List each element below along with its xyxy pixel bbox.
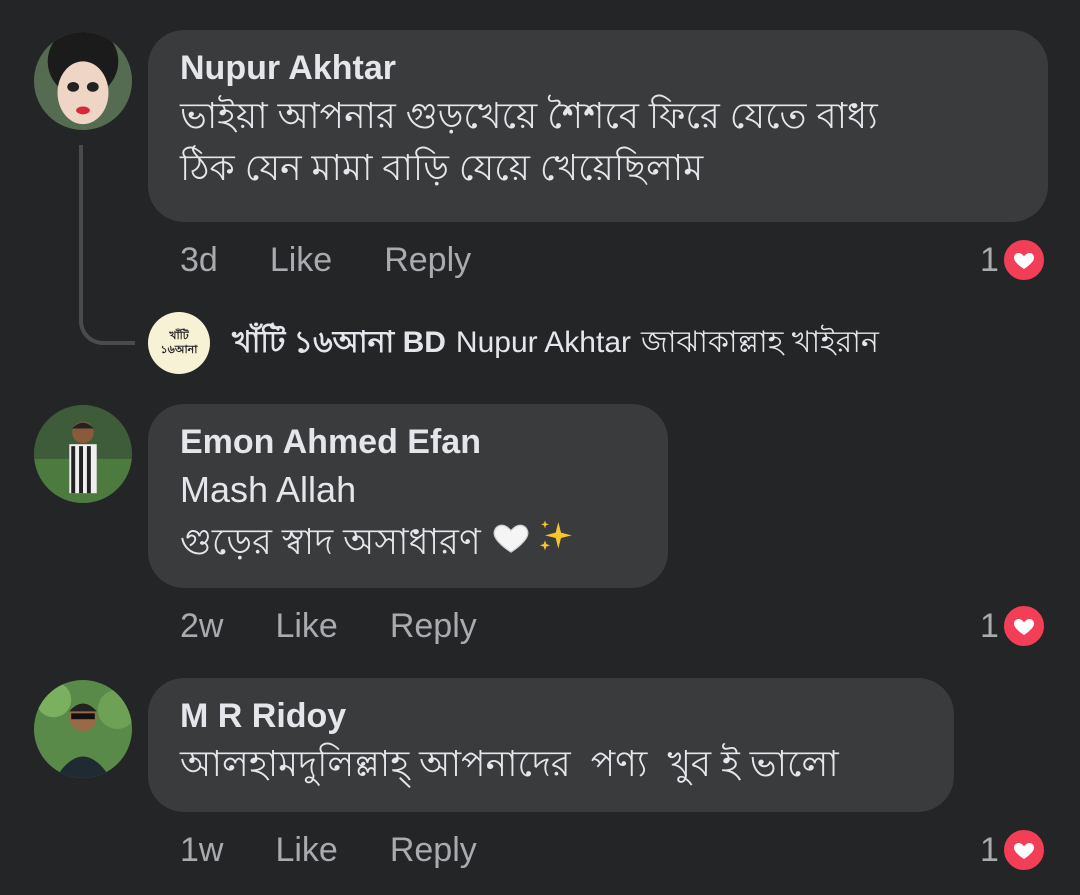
comment-text-line: ভাইয়া আপনার গুড়খেয়ে শৈশবে ফিরে যেতে ব… <box>180 95 878 136</box>
comment-bubble[interactable]: Emon Ahmed Efan Mash Allah গুড়ের স্বাদ … <box>148 404 668 588</box>
comment-text-line: ঠিক যেন মামা বাড়ি যেয়ে খেয়েছিলাম <box>180 147 704 188</box>
comment-timestamp[interactable]: 1w <box>180 831 223 870</box>
comment-actions: 3d Like Reply <box>180 238 471 282</box>
logo-text-line: খাঁটি <box>169 330 189 342</box>
page-avatar[interactable]: খাঁটি ১৬আনা <box>148 312 210 374</box>
reaction-count: 1 <box>980 606 999 645</box>
reply-button[interactable]: Reply <box>390 607 477 646</box>
page-reply[interactable]: খাঁটি ১৬আনা খাঁটি ১৬আনা BD Nupur Akhtar … <box>148 312 879 374</box>
comment-actions: 2w Like Reply <box>180 604 477 648</box>
comment-bubble[interactable]: M R Ridoy আলহামদুলিল্লাহ্ আপনাদের পণ্য খ… <box>148 678 954 812</box>
reply-mention[interactable]: Nupur Akhtar <box>456 326 631 360</box>
reaction-summary[interactable]: 1 <box>980 603 1047 649</box>
reaction-count: 1 <box>980 240 999 279</box>
reply-button[interactable]: Reply <box>390 831 477 870</box>
reaction-count: 1 <box>980 830 999 869</box>
comment-text: গুড়ের স্বাদ অসাধারণ <box>180 521 481 562</box>
like-button[interactable]: Like <box>275 607 337 646</box>
comment-author[interactable]: Nupur Akhtar <box>180 46 1016 90</box>
comment-text-line: আলহামদুলিল্লাহ্ আপনাদের পণ্য খুব ই ভালো <box>180 743 839 784</box>
avatar-emon-ahmed-efan[interactable] <box>34 405 132 503</box>
heart-reaction-icon <box>1000 237 1047 283</box>
comment-text-line: গুড়ের স্বাদ অসাধারণ <box>180 516 636 571</box>
comment-author[interactable]: M R Ridoy <box>180 694 922 738</box>
logo-text-line: ১৬আনা <box>160 344 198 356</box>
heart-reaction-icon <box>1000 603 1047 649</box>
reply-button[interactable]: Reply <box>384 241 471 280</box>
thread-connector-line <box>79 145 135 345</box>
comment-actions: 1w Like Reply <box>180 828 477 872</box>
reaction-summary[interactable]: 1 <box>980 827 1047 873</box>
white-heart-icon <box>491 517 531 571</box>
reply-text: জাঝাকাল্লাহ খাইরান <box>641 325 879 359</box>
reply-author[interactable]: খাঁটি ১৬আনা BD <box>232 318 446 369</box>
comment-timestamp[interactable]: 3d <box>180 241 218 280</box>
comment-author[interactable]: Emon Ahmed Efan <box>180 420 636 464</box>
comment-timestamp[interactable]: 2w <box>180 607 223 646</box>
avatar-m-r-ridoy[interactable] <box>34 680 132 778</box>
like-button[interactable]: Like <box>275 831 337 870</box>
avatar-nupur-akhtar[interactable] <box>34 32 132 130</box>
heart-reaction-icon <box>1000 827 1047 873</box>
comment-text-line: Mash Allah <box>180 469 357 510</box>
reaction-summary[interactable]: 1 <box>980 237 1047 283</box>
like-button[interactable]: Like <box>270 241 332 280</box>
sparkles-icon <box>535 517 575 571</box>
comment-bubble[interactable]: Nupur Akhtar ভাইয়া আপনার গুড়খেয়ে শৈশব… <box>148 30 1048 222</box>
